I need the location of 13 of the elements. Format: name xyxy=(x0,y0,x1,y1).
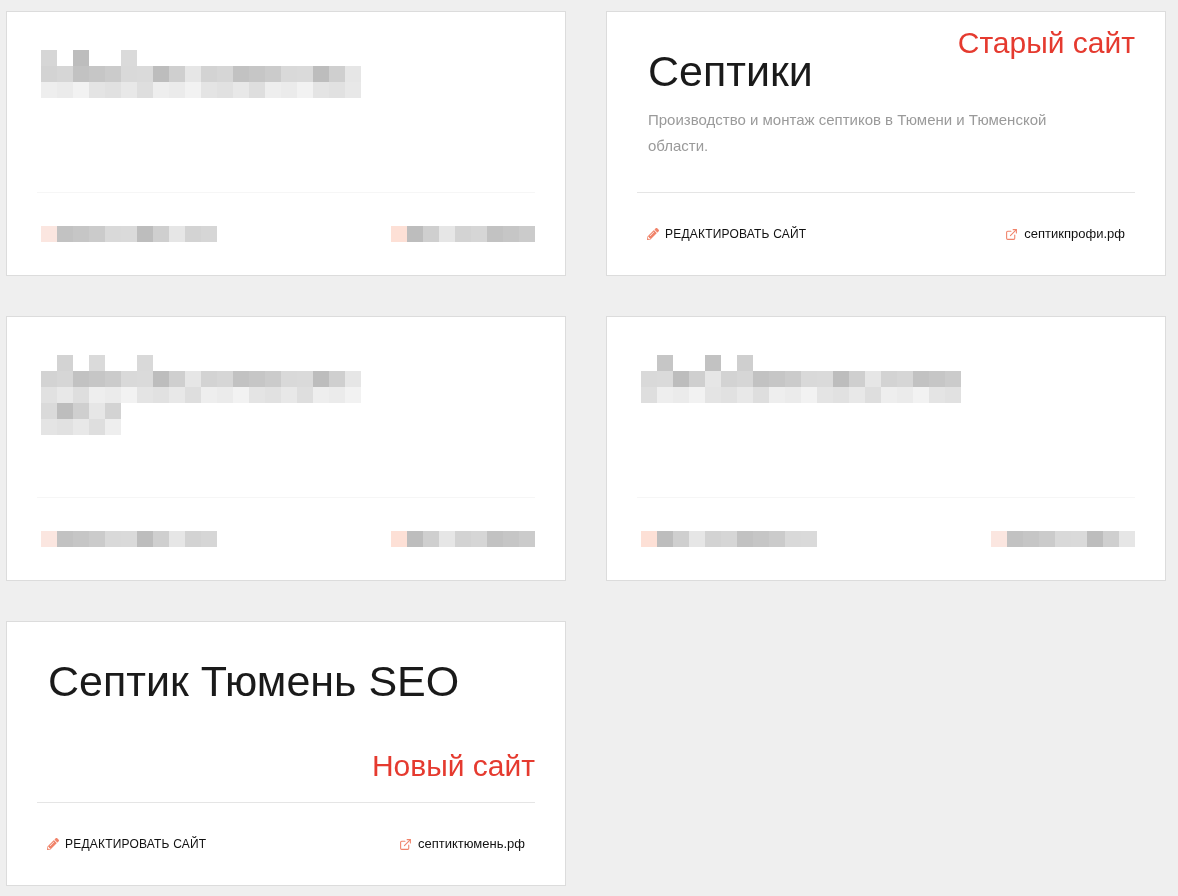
external-link-icon xyxy=(1005,227,1019,241)
annotation-label: Старый сайт xyxy=(957,25,1135,61)
pencil-icon xyxy=(47,838,59,850)
site-title: Септик Тюмень SEO xyxy=(47,656,460,707)
site-description: Производство и монтаж септиков в Тюмени и Тюменской области. xyxy=(648,110,1048,156)
edit-site-link[interactable]: РЕДАКТИРОВАТЬ САЙТ xyxy=(647,225,807,243)
site-url-link[interactable]: септиктюмень.рф xyxy=(398,834,525,854)
edit-site-link[interactable]: РЕДАКТИРОВАТЬ САЙТ xyxy=(47,835,207,853)
site-url-link[interactable]: септикпрофи.рф xyxy=(1005,224,1125,244)
site-title: Септики xyxy=(647,46,813,97)
pencil-icon xyxy=(647,228,659,240)
annotation-label: Новый сайт xyxy=(371,748,535,784)
external-link-icon xyxy=(398,837,412,851)
